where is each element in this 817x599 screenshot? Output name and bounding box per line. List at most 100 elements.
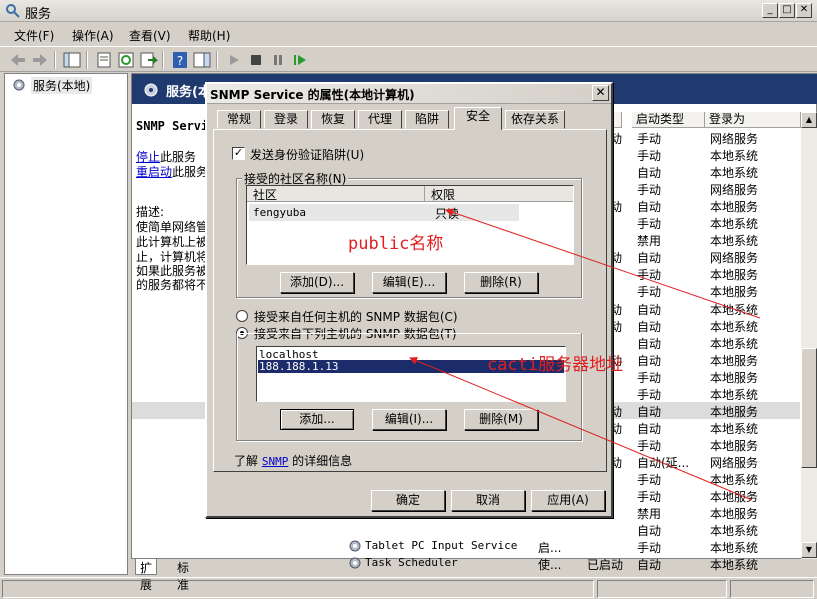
properties-icon[interactable]: [94, 51, 114, 69]
service-startup-type: 自动: [637, 200, 662, 215]
minimize-button[interactable]: _: [762, 3, 778, 18]
service-startup-type: 手动: [637, 217, 662, 232]
service-logon-as: 网络服务: [710, 183, 759, 198]
console-tree-icon[interactable]: [62, 51, 82, 69]
service-name: Task Scheduler: [365, 556, 458, 570]
status-panel: [2, 580, 594, 598]
remove-host-button[interactable]: 删除(M): [464, 409, 538, 430]
vertical-scrollbar[interactable]: ▲ ▼: [801, 112, 817, 559]
column-header-community[interactable]: 社区: [247, 186, 425, 202]
gear-icon: [349, 540, 361, 552]
tab-recovery[interactable]: 恢复: [311, 110, 355, 129]
service-logon-as: 本地系统: [710, 336, 759, 351]
annotation-cacti-address: cacti服务器地址: [487, 355, 624, 375]
add-host-button[interactable]: 添加...: [280, 409, 354, 430]
service-logon-as: 本地服务: [710, 353, 759, 368]
dialog-close-button[interactable]: ✕: [592, 85, 609, 101]
service-startup-type: 手动: [637, 370, 662, 385]
service-logon-as: 网络服务: [710, 455, 759, 470]
service-row[interactable]: Tablet PC Input Service 启... 手动 本地系统: [132, 538, 800, 555]
menu-help[interactable]: 帮助(H): [188, 27, 230, 44]
service-startup-type: 手动: [637, 149, 662, 164]
tab-standard[interactable]: 标准: [173, 559, 193, 592]
menu-file[interactable]: 文件(F): [14, 27, 54, 44]
scroll-up-button[interactable]: ▲: [801, 112, 817, 128]
maximize-button[interactable]: □: [779, 3, 795, 18]
toolbar-separator: [54, 51, 56, 69]
restart-service-icon[interactable]: [290, 51, 310, 69]
tab-traps[interactable]: 陷阱: [405, 110, 449, 129]
toolbar-separator: [162, 51, 164, 69]
back-icon[interactable]: [8, 51, 28, 69]
service-startup-type: 自动: [637, 166, 662, 181]
service-startup-type: 手动: [637, 387, 662, 402]
stop-service-icon[interactable]: [246, 51, 266, 69]
status-panel: [730, 580, 814, 598]
service-startup-type: 禁用: [637, 234, 662, 249]
help-icon[interactable]: ?: [170, 51, 190, 69]
service-name: Tablet PC Input Service: [365, 539, 518, 553]
svg-text:?: ?: [177, 54, 183, 68]
cancel-button[interactable]: 取消: [451, 490, 525, 511]
add-community-button[interactable]: 添加(D)...: [280, 272, 354, 293]
edit-community-button[interactable]: 编辑(E)...: [372, 272, 446, 293]
community-row[interactable]: fengyuba 只读: [249, 204, 519, 221]
service-logon-as: 本地系统: [710, 166, 759, 181]
pause-service-icon[interactable]: [268, 51, 288, 69]
host-item: 188.188.1.13: [259, 360, 339, 373]
accept-any-host-label: 接受来自任何主机的 SNMP 数据包(C): [254, 310, 458, 324]
column-header-logon-as[interactable]: 登录为: [705, 112, 801, 128]
close-button[interactable]: ✕: [796, 3, 812, 18]
menu-view[interactable]: 查看(V): [129, 27, 171, 44]
service-startup-type: 手动: [637, 268, 662, 283]
service-row[interactable]: Task Scheduler 使... 已启动 自动 本地系统: [132, 555, 800, 572]
service-logon-as: 本地服务: [710, 507, 759, 522]
menu-action[interactable]: 操作(A): [72, 27, 114, 44]
scroll-down-button[interactable]: ▼: [801, 542, 817, 558]
learn-snmp-link[interactable]: SNMP: [262, 455, 289, 468]
tab-logon[interactable]: 登录: [264, 110, 308, 129]
learn-prefix: 了解: [234, 454, 259, 468]
service-logon-as: 本地系统: [710, 524, 759, 539]
remove-community-button[interactable]: 删除(R): [464, 272, 538, 293]
tab-extended[interactable]: 扩展: [135, 559, 158, 592]
send-auth-trap-checkbox[interactable]: ✓: [232, 147, 245, 160]
service-startup-type: 手动: [637, 438, 662, 453]
start-service-icon[interactable]: [224, 51, 244, 69]
service-description: 使...: [538, 558, 562, 573]
service-startup-type: 自动: [637, 524, 662, 539]
tab-general[interactable]: 常规: [217, 110, 261, 129]
scroll-thumb[interactable]: [801, 348, 817, 468]
service-description: 启...: [538, 541, 562, 556]
tab-dependencies[interactable]: 依存关系: [505, 110, 565, 129]
console-tree: 服务(本地): [4, 73, 128, 575]
service-row[interactable]: 自动 本地系统: [132, 521, 800, 538]
export-list-icon[interactable]: [138, 51, 158, 69]
tab-security[interactable]: 安全: [454, 107, 502, 130]
service-startup-type: 手动: [637, 183, 662, 198]
service-startup-type: 自动: [637, 353, 662, 368]
service-startup-type: 自动: [637, 421, 662, 436]
apply-button[interactable]: 应用(A): [531, 490, 605, 511]
menu-bar: 文件(F) 操作(A) 查看(V) 帮助(H): [0, 24, 817, 44]
gear-icon: [13, 79, 25, 91]
column-header-rights[interactable]: 权限: [425, 186, 573, 202]
toolbar: ?: [0, 46, 817, 72]
edit-host-button[interactable]: 编辑(I)...: [372, 409, 446, 430]
service-logon-as: 网络服务: [710, 251, 759, 266]
show-hide-action-pane-icon[interactable]: [192, 51, 212, 69]
service-logon-as: 本地服务: [710, 490, 759, 505]
refresh-icon[interactable]: [116, 51, 136, 69]
service-startup-type: 手动: [637, 490, 662, 505]
service-logon-as: 本地系统: [710, 302, 759, 317]
toolbar-separator: [216, 51, 218, 69]
accept-any-host-radio[interactable]: [236, 310, 248, 322]
ok-button[interactable]: 确定: [371, 490, 445, 511]
tab-agent[interactable]: 代理: [358, 110, 402, 129]
send-auth-trap-label: 发送身份验证陷阱(U): [250, 148, 365, 162]
column-header-startup-type[interactable]: 启动类型: [632, 112, 705, 128]
forward-icon[interactable]: [30, 51, 50, 69]
service-startup-type: 手动: [637, 473, 662, 487]
service-startup-type: 手动: [637, 285, 662, 300]
toolbar-separator: [86, 51, 88, 69]
